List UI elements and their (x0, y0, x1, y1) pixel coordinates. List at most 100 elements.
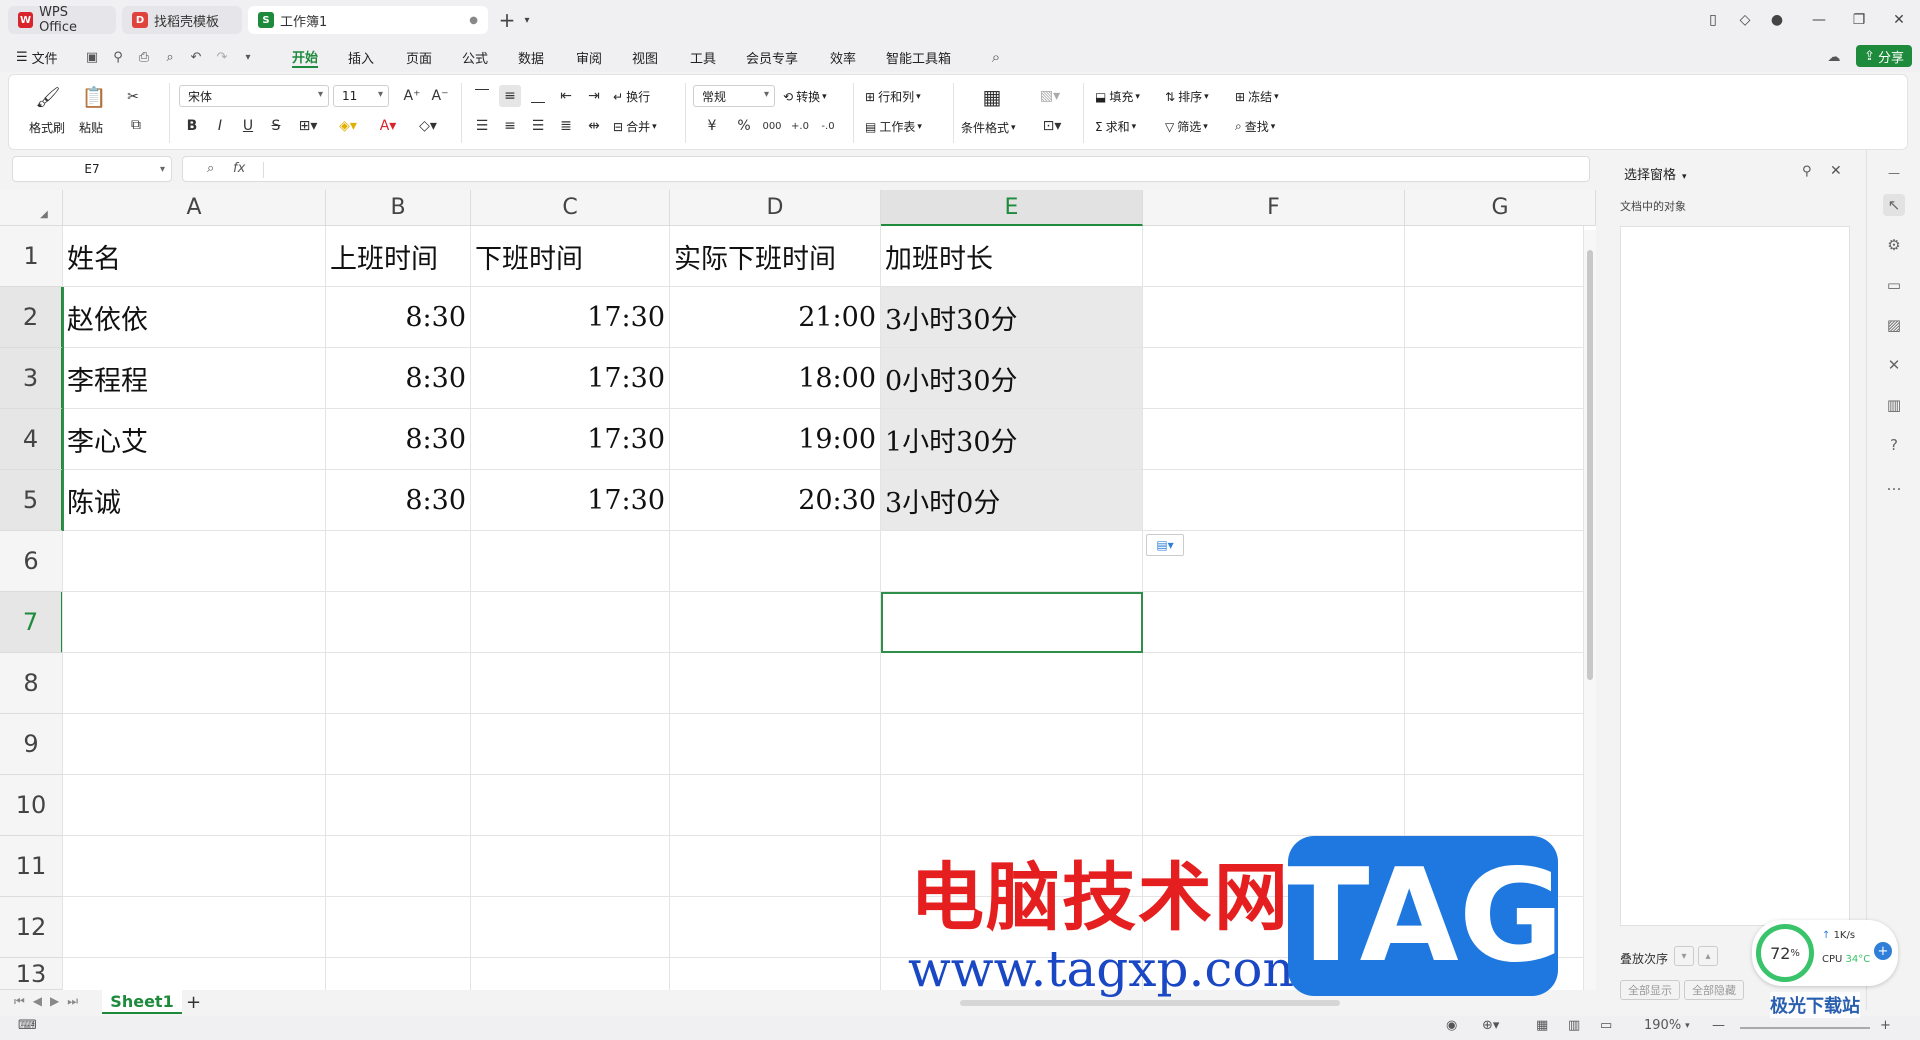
move-up-icon[interactable]: ▴ (1698, 946, 1718, 966)
move-down-icon[interactable]: ▾ (1674, 946, 1694, 966)
paste-options-icon[interactable]: ▤▾ (1146, 534, 1184, 556)
active-cell-e7[interactable] (881, 592, 1143, 653)
font-color-icon[interactable]: A▾ (373, 115, 403, 137)
format-painter-button[interactable]: 格式刷 (29, 119, 65, 136)
normal-view-icon[interactable]: ▦ (1536, 1018, 1548, 1033)
cell-e5[interactable]: 3小时0分 (881, 470, 1143, 531)
font-shrink-icon[interactable]: A⁻ (429, 85, 451, 107)
link-icon[interactable]: ⚲ (110, 49, 126, 65)
align-top-icon[interactable]: ⎺ (471, 85, 493, 107)
align-left-icon[interactable]: ☰ (471, 115, 493, 137)
row-header-10[interactable]: 10 (0, 775, 63, 836)
cell-c2[interactable]: 17:30 (471, 287, 670, 348)
filter-button[interactable]: ▽ 筛选 ▾ (1165, 118, 1208, 135)
row-header-9[interactable]: 9 (0, 714, 63, 775)
align-center-icon[interactable]: ≡ (499, 115, 521, 137)
cell-e1[interactable]: 加班时长 (881, 226, 1143, 287)
close-icon[interactable]: ✕ (1886, 8, 1912, 32)
cell-d4[interactable]: 19:00 (670, 409, 881, 470)
worksheet-button[interactable]: ▤ 工作表 ▾ (865, 118, 922, 135)
page-break-view-icon[interactable]: ▥ (1568, 1018, 1580, 1033)
tab-wps-office[interactable]: W WPS Office (8, 5, 116, 35)
menu-member[interactable]: 会员专享 (746, 46, 798, 68)
customize-chevron-icon[interactable]: ▾ (240, 49, 256, 65)
fx-icon[interactable]: fx (233, 161, 245, 176)
unsaved-dot-icon[interactable]: ● (469, 15, 478, 26)
settings-sliders-icon[interactable]: ⚙ (1883, 234, 1905, 256)
object-list[interactable] (1620, 226, 1850, 926)
cell-b2[interactable]: 8:30 (326, 287, 471, 348)
font-name-select[interactable]: 宋体 ▾ (179, 85, 329, 107)
add-sheet-icon[interactable]: + (186, 992, 201, 1013)
currency-button[interactable]: ¥ (697, 115, 727, 137)
cut-icon[interactable]: ✂ (123, 87, 143, 107)
strikethrough-button[interactable]: S (265, 115, 287, 137)
hide-all-button[interactable]: 全部隐藏 (1684, 980, 1744, 1000)
menu-efficiency[interactable]: 效率 (830, 46, 856, 68)
cell-c4[interactable]: 17:30 (471, 409, 670, 470)
font-size-select[interactable]: 11 ▾ (333, 85, 389, 107)
conditional-format-button[interactable]: 条件格式 ▾ (961, 119, 1016, 136)
scrollbar-thumb[interactable] (1587, 250, 1593, 680)
row-header-1[interactable]: 1 (0, 226, 63, 287)
tools-icon[interactable]: ✕ (1883, 354, 1905, 376)
underline-button[interactable]: U (237, 115, 259, 137)
row-header-11[interactable]: 11 (0, 836, 63, 897)
layout-icon[interactable]: ▯ (1700, 8, 1726, 32)
cell-a4[interactable]: 李心艾 (63, 409, 326, 470)
zoom-select[interactable]: 190% ▾ (1644, 1018, 1690, 1033)
pin-icon[interactable]: ⚲ (1802, 164, 1812, 179)
comment-icon[interactable]: ▭ (1883, 274, 1905, 296)
row-header-12[interactable]: 12 (0, 897, 63, 958)
file-menu[interactable]: ☰ 文件 (16, 46, 58, 68)
find-button[interactable]: ⌕ 查找 ▾ (1235, 118, 1275, 135)
cell-c1[interactable]: 下班时间 (471, 226, 670, 287)
cell-d1[interactable]: 实际下班时间 (670, 226, 881, 287)
bold-button[interactable]: B (181, 115, 203, 137)
font-grow-icon[interactable]: A⁺ (401, 85, 423, 107)
page-settings-icon[interactable]: ⊕▾ (1482, 1018, 1499, 1033)
column-header-f[interactable]: F (1143, 190, 1405, 226)
vertical-scrollbar[interactable] (1584, 230, 1596, 990)
image-icon[interactable]: ▨ (1883, 314, 1905, 336)
row-header-4[interactable]: 4 (0, 409, 63, 470)
column-header-a[interactable]: A (63, 190, 326, 226)
align-middle-icon[interactable]: ≡ (499, 85, 521, 107)
column-header-d[interactable]: D (670, 190, 881, 226)
name-box[interactable]: E7 ▾ (12, 156, 172, 182)
number-format-select[interactable]: 常规 ▾ (693, 85, 775, 107)
print-icon[interactable]: ⎙ (136, 49, 152, 65)
align-right-icon[interactable]: ☰ (527, 115, 549, 137)
cell-a3[interactable]: 李程程 (63, 348, 326, 409)
row-header-6[interactable]: 6 (0, 531, 63, 592)
redo-icon[interactable]: ↷ (214, 49, 230, 65)
row-header-13[interactable]: 13 (0, 958, 63, 990)
cell-d2[interactable]: 21:00 (670, 287, 881, 348)
share-button[interactable]: ⇪ 分享 (1856, 45, 1912, 67)
save-icon[interactable]: ▣ (84, 49, 100, 65)
cell-a1[interactable]: 姓名 (63, 226, 326, 287)
copy-icon[interactable]: ⧉ (123, 115, 149, 135)
eraser-icon[interactable]: ◇▾ (413, 115, 443, 137)
indent-decrease-icon[interactable]: ⇤ (555, 85, 577, 107)
cell-a5[interactable]: 陈诚 (63, 470, 326, 531)
macro-icon[interactable]: ⌨ (18, 1018, 37, 1033)
avatar[interactable]: ● (1764, 8, 1790, 32)
align-bottom-icon[interactable]: ⎽ (527, 85, 549, 107)
book-icon[interactable]: ▥ (1883, 394, 1905, 416)
undo-icon[interactable]: ↶ (188, 49, 204, 65)
eye-protect-icon[interactable]: ◉ (1446, 1018, 1457, 1033)
cube-icon[interactable]: ◇ (1732, 8, 1758, 32)
reading-view-icon[interactable]: ▭ (1600, 1018, 1612, 1033)
fill-color-icon[interactable]: ◈▾ (333, 115, 363, 137)
pointer-icon[interactable]: ↖ (1883, 194, 1905, 216)
sheet-tab-sheet1[interactable]: Sheet1 (102, 990, 182, 1014)
cell-e4[interactable]: 1小时30分 (881, 409, 1143, 470)
cell-b3[interactable]: 8:30 (326, 348, 471, 409)
menu-review[interactable]: 审阅 (576, 46, 602, 68)
cell-style-icon[interactable]: ▧▾ (1037, 85, 1063, 107)
sheet-nav-icons[interactable]: ⏮◀▶⏭ (14, 994, 86, 1009)
rowcol-button[interactable]: ⊞ 行和列 ▾ (865, 88, 921, 105)
italic-button[interactable]: I (209, 115, 231, 137)
chevron-down-icon[interactable]: ▾ (1682, 172, 1687, 182)
